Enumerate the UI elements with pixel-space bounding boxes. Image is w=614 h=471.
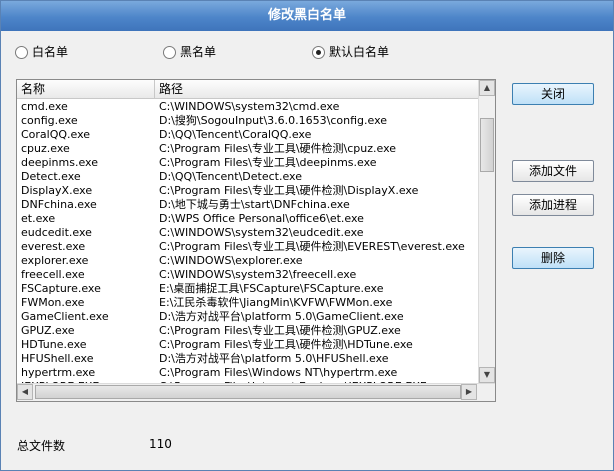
scroll-up-arrow-icon[interactable]: ▲ xyxy=(479,80,495,96)
file-name-cell: explorer.exe xyxy=(21,254,89,267)
file-path-cell: E:\桌面捕捉工具\FSCapture\FSCapture.exe xyxy=(159,282,384,295)
file-path-cell: C:\WINDOWS\system32\cmd.exe xyxy=(159,100,340,113)
table-row[interactable]: Detect.exe D:\QQ\Tencent\Detect.exe xyxy=(17,170,479,184)
add-process-button[interactable]: 添加进程 xyxy=(512,194,594,216)
file-name-cell: Detect.exe xyxy=(21,170,81,183)
table-row[interactable]: hypertrm.exe C:\Program Files\Windows NT\… xyxy=(17,366,479,380)
file-name-cell: DisplayX.exe xyxy=(21,184,93,197)
scroll-down-arrow-icon[interactable]: ▼ xyxy=(479,367,495,383)
file-path-cell: C:\Program Files\专业工具\硬件检测\cpuz.exe xyxy=(159,142,397,155)
total-files-label: 总文件数 xyxy=(17,439,66,453)
table-row[interactable]: FWMon.exe E:\江民杀毒软件\JiangMin\KVFW\FWMon.e… xyxy=(17,296,479,310)
table-row[interactable]: deepinms.exe C:\Program Files\专业工具\deepin… xyxy=(17,156,479,170)
table-row[interactable]: DNFchina.exe D:\地下城与勇士\start\DNFchina.exe xyxy=(17,198,479,212)
list-header: 名称 路径 xyxy=(17,80,479,99)
file-name-cell: HDTune.exe xyxy=(21,338,87,351)
list-rows: cmd.exe C:\WINDOWS\system32\cmd.exe config… xyxy=(17,100,479,400)
file-list[interactable]: 名称 路径 cmd.exe C:\WINDOWS\system32\cmd.exe… xyxy=(16,79,496,402)
vertical-scrollbar[interactable]: ▲ ▼ xyxy=(478,80,495,383)
file-path-cell: D:\搜狗\SogouInput\3.6.0.1653\config.exe xyxy=(159,114,388,127)
table-row[interactable]: cmd.exe C:\WINDOWS\system32\cmd.exe xyxy=(17,100,479,114)
close-button[interactable]: 关闭 xyxy=(512,83,594,105)
file-name-cell: et.exe xyxy=(21,212,56,225)
total-files-count: 110 xyxy=(149,437,172,451)
file-path-cell: D:\QQ\Tencent\CoralQQ.exe xyxy=(159,128,312,141)
table-row[interactable]: HFUShell.exe D:\浩方对战平台\platform 5.0\HFUSh… xyxy=(17,352,479,366)
table-row[interactable]: FSCapture.exe E:\桌面捕捉工具\FSCapture\FSCaptu… xyxy=(17,282,479,296)
delete-button[interactable]: 删除 xyxy=(512,247,594,269)
file-path-cell: C:\Program Files\专业工具\硬件检测\DisplayX.exe xyxy=(159,184,419,197)
table-row[interactable]: HDTune.exe C:\Program Files\专业工具\硬件检测\HDT… xyxy=(17,338,479,352)
file-path-cell: D:\地下城与勇士\start\DNFchina.exe xyxy=(159,198,350,211)
file-name-cell: FSCapture.exe xyxy=(21,282,101,295)
radio-whitelist[interactable]: 白名单 xyxy=(15,41,68,63)
file-name-cell: CoralQQ.exe xyxy=(21,128,91,141)
file-path-cell: C:\Program Files\专业工具\deepinms.exe xyxy=(159,156,377,169)
table-row[interactable]: GPUZ.exe C:\Program Files\专业工具\硬件检测\GPUZ.… xyxy=(17,324,479,338)
radio-default-whitelist-label: 默认白名单 xyxy=(329,45,390,59)
radio-whitelist-icon[interactable] xyxy=(15,45,28,59)
table-row[interactable]: GameClient.exe D:\浩方对战平台\platform 5.0\Gam… xyxy=(17,310,479,324)
radio-blacklist-icon[interactable] xyxy=(163,45,176,59)
file-name-cell: eudcedit.exe xyxy=(21,226,92,239)
horizontal-scroll-thumb[interactable] xyxy=(35,385,461,399)
radio-blacklist-label: 黑名单 xyxy=(180,45,217,59)
file-path-cell: C:\WINDOWS\system32\eudcedit.exe xyxy=(159,226,364,239)
file-path-cell: C:\WINDOWS\explorer.exe xyxy=(159,254,303,267)
file-path-cell: D:\浩方对战平台\platform 5.0\HFUShell.exe xyxy=(159,352,389,365)
file-name-cell: DNFchina.exe xyxy=(21,198,97,211)
scroll-right-arrow-icon[interactable]: ▶ xyxy=(461,384,477,400)
table-row[interactable]: CoralQQ.exe D:\QQ\Tencent\CoralQQ.exe xyxy=(17,128,479,142)
file-path-cell: D:\QQ\Tencent\Detect.exe xyxy=(159,170,302,183)
table-row[interactable]: config.exe D:\搜狗\SogouInput\3.6.0.1653\co… xyxy=(17,114,479,128)
file-path-cell: D:\WPS Office Personal\office6\et.exe xyxy=(159,212,364,225)
file-name-cell: GPUZ.exe xyxy=(21,324,75,337)
file-name-cell: freecell.exe xyxy=(21,268,85,281)
file-name-cell: HFUShell.exe xyxy=(21,352,94,365)
file-name-cell: cmd.exe xyxy=(21,100,68,113)
dialog-title: 修改黑白名单 xyxy=(267,8,346,23)
file-path-cell: C:\WINDOWS\system32\freecell.exe xyxy=(159,268,357,281)
table-row[interactable]: cpuz.exe C:\Program Files\专业工具\硬件检测\cpuz.… xyxy=(17,142,479,156)
column-header-name[interactable]: 名称 xyxy=(17,80,155,98)
file-path-cell: C:\Program Files\专业工具\硬件检测\EVEREST\evere… xyxy=(159,240,465,253)
dialog-window: 修改黑白名单 白名单 黑名单 默认白名单 名称 路径 cmd.exe C:\WIN… xyxy=(0,0,614,471)
table-row[interactable]: et.exe D:\WPS Office Personal\office6\et.… xyxy=(17,212,479,226)
column-header-path[interactable]: 路径 xyxy=(155,80,479,98)
scroll-left-arrow-icon[interactable]: ◀ xyxy=(17,384,33,400)
radio-whitelist-label: 白名单 xyxy=(32,45,69,59)
file-name-cell: deepinms.exe xyxy=(21,156,98,169)
file-name-cell: GameClient.exe xyxy=(21,310,109,323)
file-path-cell: C:\Program Files\Windows NT\hypertrm.exe xyxy=(159,366,398,379)
table-row[interactable]: eudcedit.exe C:\WINDOWS\system32\eudcedit… xyxy=(17,226,479,240)
file-name-cell: hypertrm.exe xyxy=(21,366,96,379)
file-name-cell: everest.exe xyxy=(21,240,86,253)
radio-default-whitelist-icon[interactable] xyxy=(312,45,325,59)
table-row[interactable]: explorer.exe C:\WINDOWS\explorer.exe xyxy=(17,254,479,268)
vertical-scroll-thumb[interactable] xyxy=(480,118,494,172)
file-path-cell: C:\Program Files\专业工具\硬件检测\GPUZ.exe xyxy=(159,324,401,337)
radio-blacklist[interactable]: 黑名单 xyxy=(163,41,216,63)
table-row[interactable]: everest.exe C:\Program Files\专业工具\硬件检测\EV… xyxy=(17,240,479,254)
table-row[interactable]: freecell.exe C:\WINDOWS\system32\freecell… xyxy=(17,268,479,282)
file-path-cell: E:\江民杀毒软件\JiangMin\KVFW\FWMon.exe xyxy=(159,296,393,309)
file-name-cell: FWMon.exe xyxy=(21,296,85,309)
file-path-cell: C:\Program Files\专业工具\硬件检测\HDTune.exe xyxy=(159,338,413,351)
file-name-cell: config.exe xyxy=(21,114,78,127)
list-type-radio-group: 白名单 黑名单 默认白名单 xyxy=(1,41,613,63)
radio-default-whitelist[interactable]: 默认白名单 xyxy=(312,41,389,63)
table-row[interactable]: DisplayX.exe C:\Program Files\专业工具\硬件检测\D… xyxy=(17,184,479,198)
add-file-button[interactable]: 添加文件 xyxy=(512,160,594,182)
horizontal-scrollbar[interactable]: ◀ ▶ xyxy=(17,383,495,401)
file-path-cell: D:\浩方对战平台\platform 5.0\GameClient.exe xyxy=(159,310,404,323)
file-name-cell: cpuz.exe xyxy=(21,142,70,155)
title-bar: 修改黑白名单 xyxy=(1,1,613,31)
